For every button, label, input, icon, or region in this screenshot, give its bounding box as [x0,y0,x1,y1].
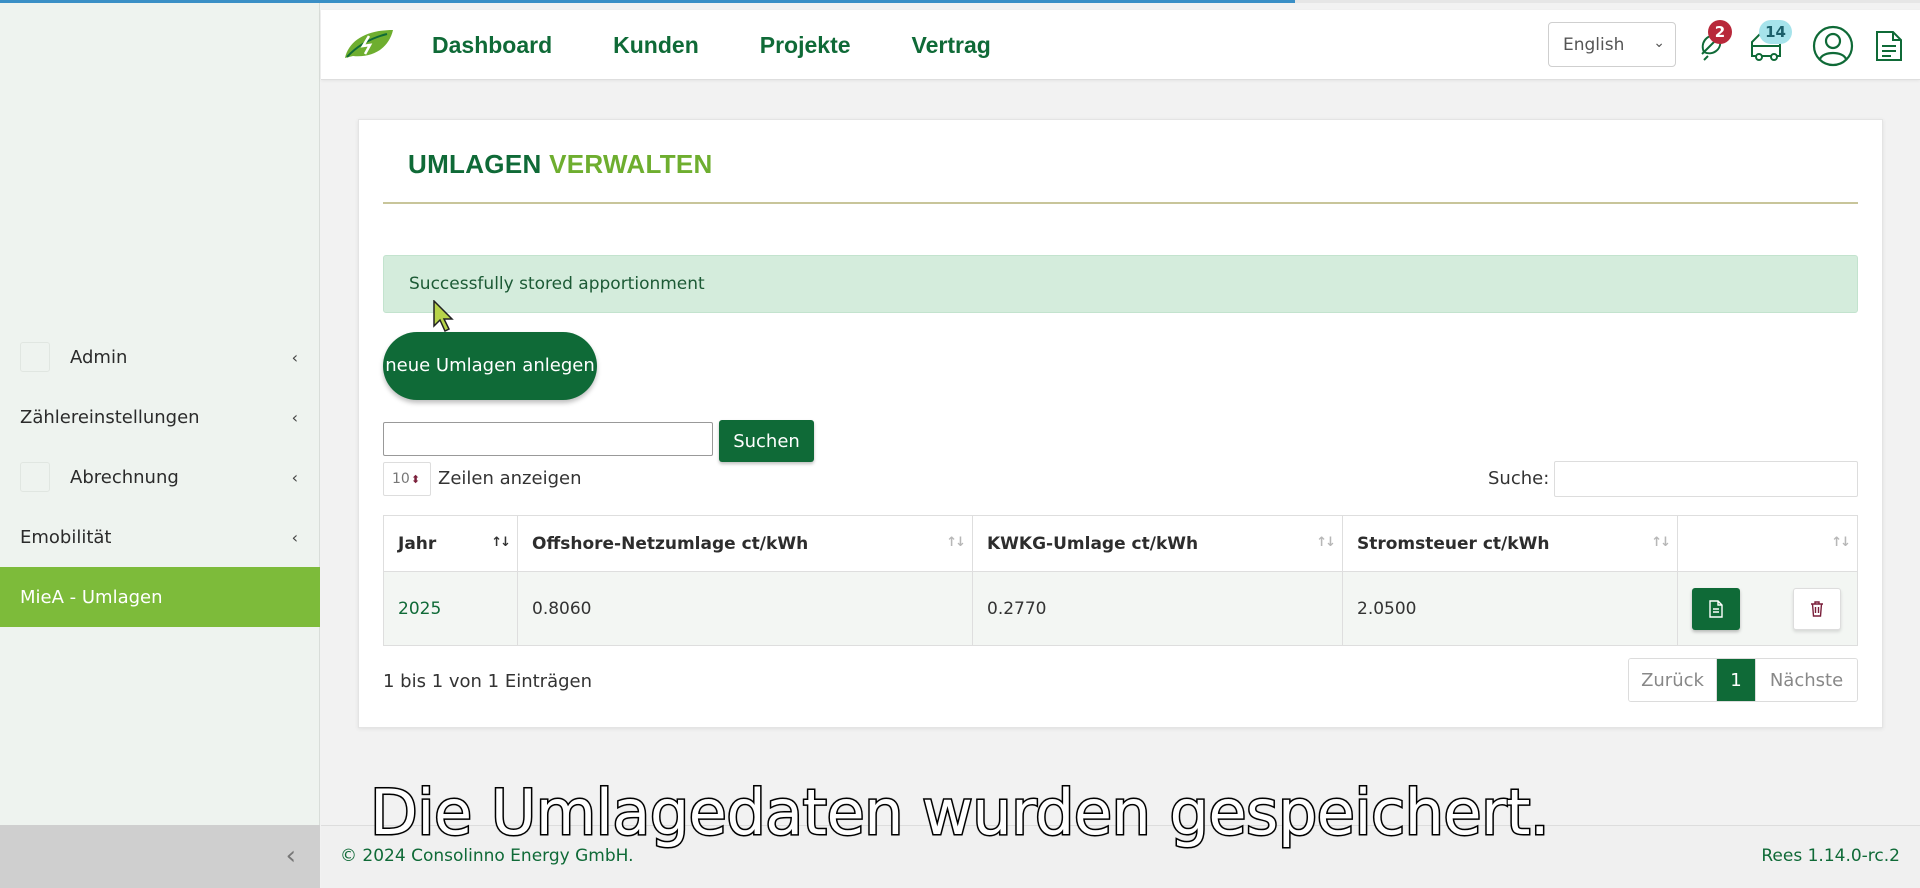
main-nav: Dashboard Kunden Projekte Vertrag [432,10,991,80]
sort-icon: ↑↓ [946,535,966,550]
sidebar-item-label: MieA - Umlagen [20,586,163,608]
cell-kwkg: 0.2770 [972,571,1343,646]
edit-button[interactable] [1692,588,1740,630]
building-icon [1876,31,1902,61]
chevron-left-icon: ‹ [291,467,298,487]
sidebar-item-label: Abrechnung [70,466,179,488]
pagination-page-1[interactable]: 1 [1717,659,1755,701]
success-alert: Successfully stored apportionment [383,255,1858,313]
pagination-next[interactable]: Nächste [1755,659,1857,701]
sidebar-item-abrechnung[interactable]: Abrechnung ‹ [0,447,320,507]
pagination: Zurück 1 Nächste [1628,658,1858,702]
sort-icon: ↑↓ [491,535,511,550]
cell-offshore: 0.8060 [517,571,973,646]
mouse-cursor-icon [433,300,454,333]
sidebar-item-label: Admin [70,346,128,368]
sort-arrows-icon: ⬍ [410,472,421,486]
cell-actions [1677,571,1858,646]
sidebar-item-emobilitaet[interactable]: Emobilität ‹ [0,507,320,567]
page-length-label: Zeilen anzeigen [438,468,582,489]
filter-label: Suche: [1488,468,1550,489]
page-load-progress [0,0,1920,3]
language-value: English [1563,34,1625,55]
notifications-button[interactable]: 2 [1692,20,1736,68]
nav-projekte[interactable]: Projekte [760,32,851,59]
sidebar: Admin ‹ Zählereinstellungen ‹ Abrechnung… [0,0,320,888]
chevron-left-icon: ‹ [291,347,298,367]
table-info: 1 bis 1 von 1 Einträgen [383,671,593,692]
page-length-select[interactable]: 10 ⬍ [383,462,431,496]
main-card: UMLAGEN VERWALTEN Successfully stored ap… [358,119,1883,728]
document-icon [1709,600,1723,618]
filter-input[interactable] [1554,461,1858,497]
sort-icon: ↑↓ [1651,535,1671,550]
language-select[interactable]: English ⌄ [1548,22,1676,67]
billing-icon [20,462,50,492]
messages-badge: 14 [1759,20,1792,44]
table-header-row: Jahr ↑↓ Offshore-Netzumlage ct/kWh ↑↓ KWKG… [383,515,1858,572]
notifications-badge: 2 [1708,20,1732,44]
brand-logo-icon[interactable] [343,28,395,60]
trash-icon [1811,601,1823,617]
user-avatar-icon [1812,25,1854,67]
version-text: Rees 1.14.0-rc.2 [1761,846,1900,866]
sidebar-item-zaehlereinstellungen[interactable]: Zählereinstellungen ‹ [0,387,320,447]
nav-kunden[interactable]: Kunden [613,32,699,59]
copyright-text: © 2024 Consolinno Energy GmbH. [340,846,634,866]
nav-vertrag[interactable]: Vertrag [912,32,991,59]
title-divider [383,202,1858,204]
sidebar-item-admin[interactable]: Admin ‹ [0,327,320,387]
column-header-offshore[interactable]: Offshore-Netzumlage ct/kWh ↑↓ [517,515,973,572]
video-subtitle: Die Umlagedaten wurden gespeichert. [368,775,1551,851]
chevron-left-icon: ‹ [291,527,298,547]
sidebar-item-miea-umlagen[interactable]: MieA - Umlagen [0,567,320,627]
collapse-sidebar-icon[interactable]: ‹ [286,841,296,871]
documents-button[interactable] [1871,24,1915,68]
cell-year[interactable]: 2025 [383,571,518,646]
search-input[interactable] [383,422,713,456]
alert-message: Successfully stored apportionment [409,274,705,294]
search-button[interactable]: Suchen [719,420,814,462]
admin-icon [20,342,50,372]
apportionment-table: Jahr ↑↓ Offshore-Netzumlage ct/kWh ↑↓ KWKG… [383,515,1858,646]
page-title: UMLAGEN VERWALTEN [408,149,713,179]
table-row: 2025 0.8060 0.2770 2.0500 [383,571,1858,646]
column-header-kwkg[interactable]: KWKG-Umlage ct/kWh ↑↓ [972,515,1343,572]
new-apportionment-button[interactable]: neue Umlagen anlegen [383,332,597,400]
delete-button[interactable] [1793,588,1841,630]
page-length-value: 10 [392,471,410,487]
column-header-jahr[interactable]: Jahr ↑↓ [383,515,518,572]
sidebar-item-label: Zählereinstellungen [20,406,200,428]
sidebar-footer: ‹ [0,825,320,888]
column-header-stromsteuer[interactable]: Stromsteuer ct/kWh ↑↓ [1342,515,1678,572]
chevron-down-icon: ⌄ [1653,35,1665,51]
sort-icon: ↑↓ [1831,535,1851,550]
sidebar-item-label: Emobilität [20,526,112,548]
sort-icon: ↑↓ [1316,535,1336,550]
sidebar-menu: Admin ‹ Zählereinstellungen ‹ Abrechnung… [0,327,320,627]
chevron-left-icon: ‹ [291,407,298,427]
cell-stromsteuer: 2.0500 [1342,571,1678,646]
user-account-button[interactable] [1811,24,1855,68]
pagination-prev[interactable]: Zurück [1629,659,1717,701]
column-header-actions[interactable]: ↑↓ [1677,515,1858,572]
top-navbar: Dashboard Kunden Projekte Vertrag Englis… [321,10,1920,80]
messages-button[interactable]: 14 [1746,20,1792,68]
nav-dashboard[interactable]: Dashboard [432,32,552,59]
